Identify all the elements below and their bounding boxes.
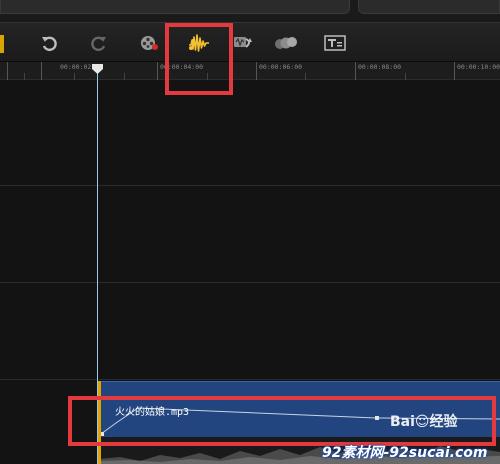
audio-sync-button[interactable] bbox=[230, 31, 256, 55]
undo-icon bbox=[42, 36, 57, 52]
track-divider bbox=[0, 379, 500, 380]
preview-panel-edge bbox=[0, 0, 350, 14]
timeline-toolbar bbox=[0, 22, 500, 62]
ruler-tick bbox=[355, 62, 356, 80]
title-icon bbox=[324, 35, 346, 51]
ruler-tick bbox=[256, 62, 257, 80]
ruler-tick bbox=[74, 73, 75, 80]
baidu-watermark: Bai☺经验 bbox=[390, 414, 458, 430]
undo-button[interactable] bbox=[36, 31, 62, 55]
audio-sync-icon bbox=[234, 37, 252, 48]
track-divider bbox=[0, 185, 500, 186]
redo-icon bbox=[91, 36, 106, 52]
ruler-tick bbox=[24, 73, 25, 80]
ruler-tick bbox=[405, 73, 406, 80]
color-effect-button[interactable] bbox=[273, 31, 299, 55]
redo-button[interactable] bbox=[86, 31, 112, 55]
top-panel-strip bbox=[0, 0, 500, 22]
ruler-label: 00:00:08:00 bbox=[358, 63, 402, 71]
title-button[interactable] bbox=[322, 31, 348, 55]
ruler-tick bbox=[41, 62, 42, 80]
library-panel-edge bbox=[358, 0, 500, 14]
film-reel-icon bbox=[141, 36, 158, 50]
toolbar-accent bbox=[0, 35, 4, 53]
playhead-handle[interactable] bbox=[92, 64, 103, 74]
ruler-tick bbox=[454, 62, 455, 80]
ruler-tick bbox=[124, 73, 125, 80]
mix-button[interactable] bbox=[136, 31, 162, 55]
site-watermark: 92素材网-92sucai.com bbox=[322, 445, 488, 461]
circles-icon bbox=[275, 37, 297, 49]
highlight-audio-button bbox=[165, 23, 233, 95]
track-divider bbox=[0, 282, 500, 283]
ruler-label: 00:00:10:00 bbox=[457, 63, 500, 71]
ruler-tick bbox=[157, 62, 158, 80]
timeline-ruler[interactable]: 00:00:02:00 00:00:04:00 00:00:06:00 00:0… bbox=[0, 62, 500, 80]
ruler-label: 00:00:06:00 bbox=[259, 63, 303, 71]
ruler-tick bbox=[305, 73, 306, 80]
ruler-tick bbox=[7, 62, 8, 80]
